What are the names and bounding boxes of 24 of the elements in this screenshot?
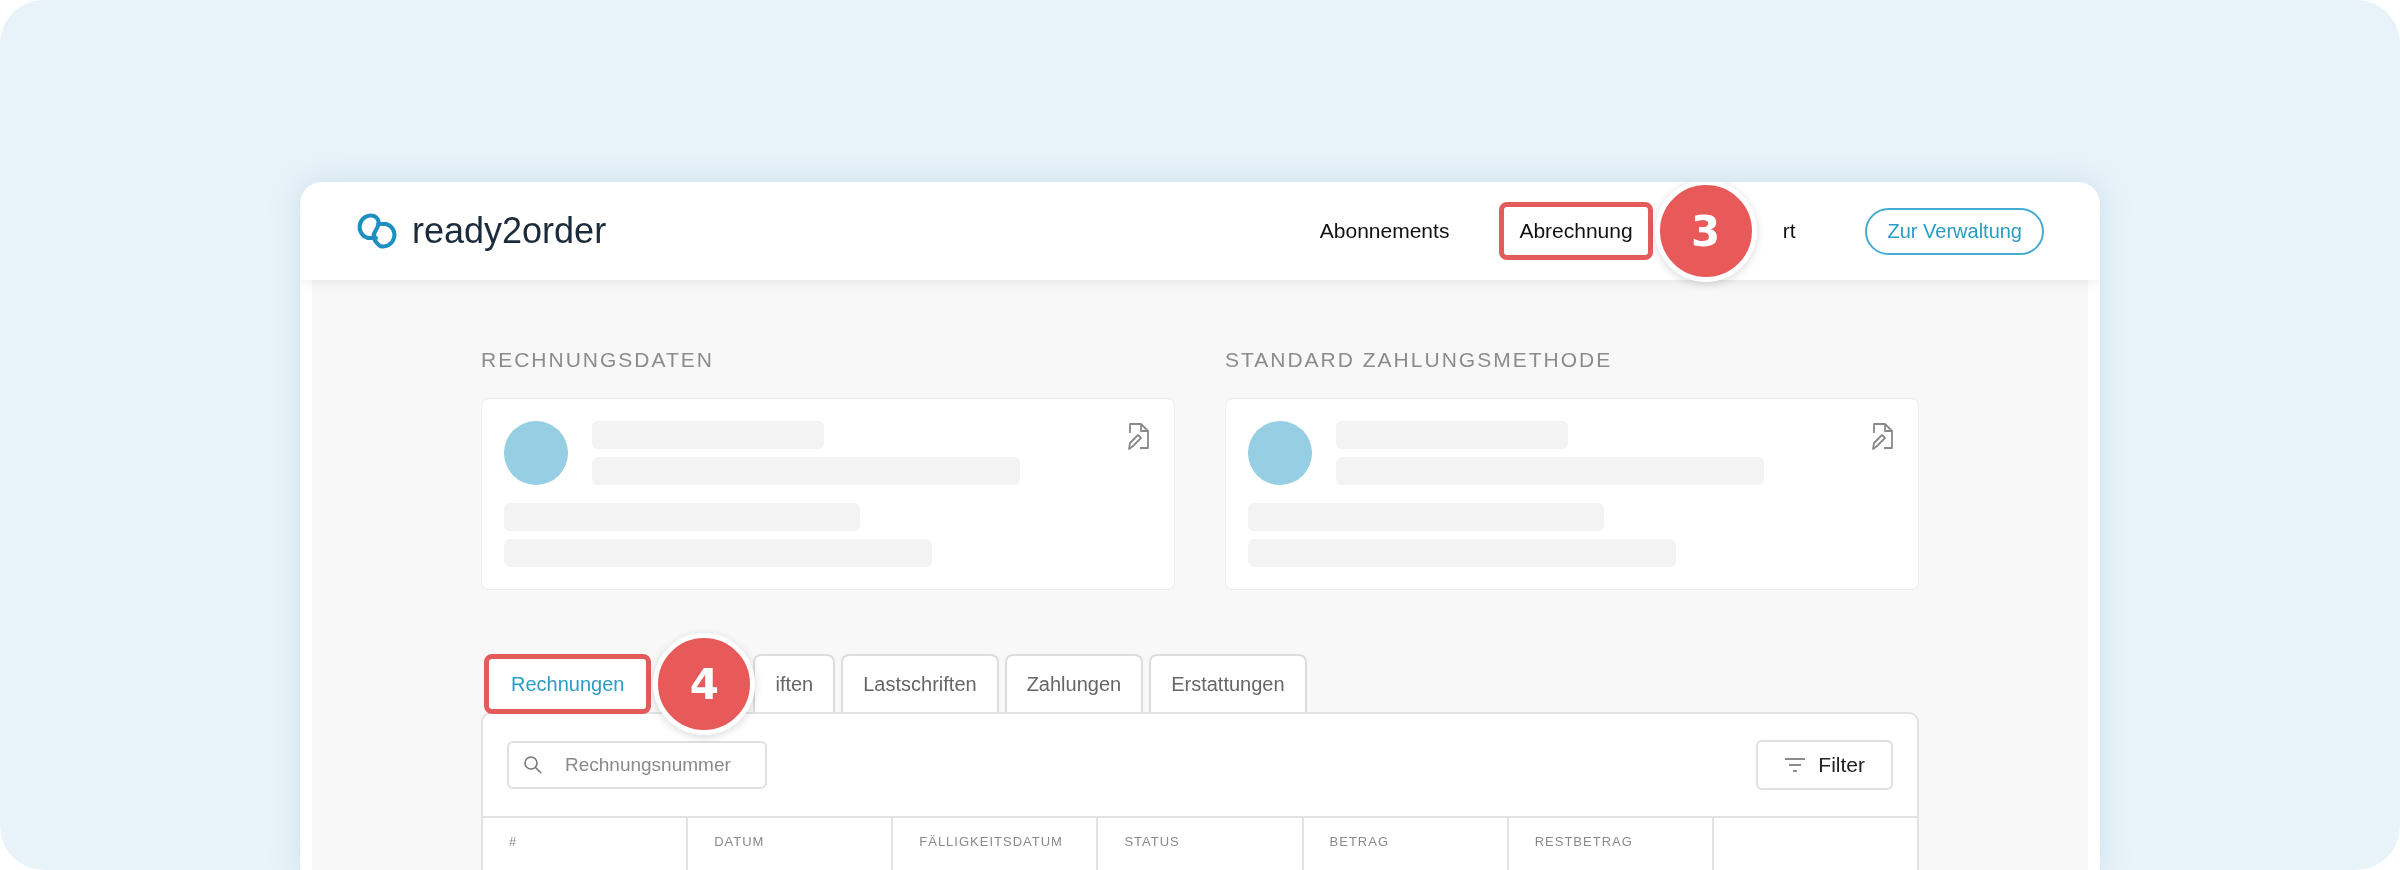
tab[interactable]: iften: [753, 654, 836, 712]
document-pencil-icon[interactable]: [1870, 421, 1896, 451]
column-header: STATUS: [1124, 834, 1180, 849]
tab[interactable]: Lastschriften: [841, 654, 999, 712]
filter-icon: [1784, 757, 1807, 773]
column-header: DATUM: [714, 834, 765, 849]
tab[interactable]: Zahlungen: [1004, 654, 1144, 712]
column-header: BETRAG: [1329, 834, 1390, 849]
search-field[interactable]: Rechnungsnummer: [507, 741, 767, 789]
document-pencil-icon[interactable]: [1126, 421, 1152, 451]
tab[interactable]: Rechnungen: [484, 654, 652, 714]
filter-button[interactable]: Filter: [1756, 740, 1893, 790]
section-title: STANDARD ZAHLUNGSMETHODE: [1225, 348, 1614, 372]
section-title: RECHNUNGSDATEN: [481, 348, 715, 372]
search-icon: [523, 755, 543, 775]
column-header: FÄLLIGKEITSDATUM: [919, 834, 1063, 849]
column-header: #: [509, 834, 518, 849]
nav-link[interactable]: Abrechnung: [1499, 202, 1653, 260]
nav-link[interactable]: rt: [1762, 202, 1816, 260]
admin-button[interactable]: Zur Verwaltung: [1865, 207, 2044, 255]
column-header: RESTBETRAG: [1534, 834, 1633, 849]
logo-text: ready2order: [412, 210, 607, 252]
tab[interactable]: Erstattungen: [1149, 654, 1307, 712]
nav-link[interactable]: Abonnements: [1299, 202, 1470, 260]
